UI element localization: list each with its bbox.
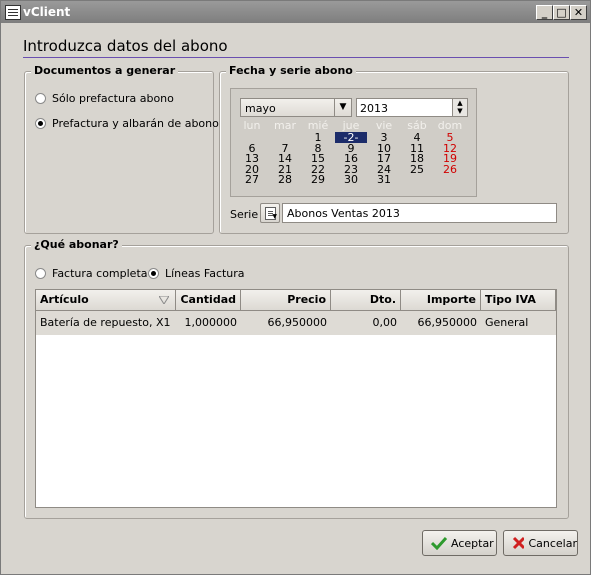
app-menu-icon[interactable] bbox=[5, 5, 21, 20]
radio-prefactura-albaran-indicator[interactable] bbox=[35, 118, 46, 129]
radio-prefactura-albaran-label: Prefactura y albarán de abono bbox=[52, 117, 219, 130]
cross-icon bbox=[512, 536, 525, 550]
weekday-label-3: jue bbox=[342, 119, 360, 132]
abonar-group-title: ¿Qué abonar? bbox=[31, 238, 122, 251]
calendar-day[interactable]: 25 bbox=[401, 164, 433, 175]
column-header-importe[interactable]: Importe bbox=[401, 290, 481, 311]
dialog-heading: Introduzca datos del abono bbox=[23, 37, 228, 55]
heading-divider bbox=[23, 57, 569, 58]
maximize-button[interactable]: □ bbox=[553, 5, 570, 20]
cell-tipo-iva[interactable]: General bbox=[481, 311, 556, 335]
spin-arrows-icon[interactable]: ▲ ▼ bbox=[452, 99, 467, 116]
minimize-button[interactable]: _ bbox=[536, 5, 553, 20]
serie-label: Serie bbox=[230, 208, 259, 221]
accept-button-label: Aceptar bbox=[451, 536, 494, 550]
calendar-day[interactable]: 28 bbox=[269, 174, 301, 185]
radio-solo-prefactura[interactable]: Sólo prefactura abono bbox=[35, 92, 174, 105]
calendar-day[interactable]: 31 bbox=[368, 174, 400, 185]
radio-factura-completa[interactable]: Factura completa bbox=[35, 267, 148, 280]
weekday-label-0: lun bbox=[243, 119, 261, 132]
column-header-cantidad[interactable]: Cantidad bbox=[176, 290, 241, 311]
weekday-label-6: dom bbox=[437, 119, 463, 132]
column-header-dto[interactable]: Dto. bbox=[331, 290, 401, 311]
column-header-precio[interactable]: Precio unitario bbox=[241, 290, 331, 326]
check-icon bbox=[431, 536, 447, 550]
dropdown-arrow-icon: ▼ bbox=[272, 213, 277, 220]
weekday-label-5: sáb bbox=[407, 119, 427, 132]
month-value: mayo bbox=[245, 102, 276, 115]
radio-lineas-factura-indicator[interactable] bbox=[148, 268, 159, 279]
radio-factura-completa-label: Factura completa bbox=[52, 267, 148, 280]
radio-prefactura-albaran[interactable]: Prefactura y albarán de abono bbox=[35, 117, 219, 130]
accept-button[interactable]: Aceptar bbox=[422, 530, 497, 556]
serie-picker-button[interactable]: ▼ bbox=[260, 203, 280, 223]
calendar-day[interactable]: 26 bbox=[434, 164, 466, 175]
serie-field[interactable]: Abonos Ventas 2013 bbox=[282, 203, 557, 223]
column-header-tipo-iva[interactable]: Tipo IVA bbox=[481, 290, 556, 311]
year-value: 2013 bbox=[360, 102, 388, 115]
cell-precio[interactable]: 66,950000 bbox=[241, 311, 331, 335]
sort-indicator-icon bbox=[159, 296, 169, 304]
title-bar[interactable]: vClient _ □ ✕ bbox=[1, 1, 590, 23]
window-title: vClient bbox=[23, 5, 71, 19]
year-spinbox[interactable]: 2013 ▲ ▼ bbox=[356, 98, 468, 117]
radio-lineas-factura[interactable]: Líneas Factura bbox=[148, 267, 245, 280]
cell-articulo[interactable]: Batería de repuesto, X1 bbox=[36, 311, 176, 335]
column-header-label: Artículo bbox=[40, 293, 89, 306]
weekday-label-1: mar bbox=[274, 119, 296, 132]
radio-lineas-factura-label: Líneas Factura bbox=[165, 267, 245, 280]
dialog-window: vClient _ □ ✕ Introduzca datos del abono… bbox=[0, 0, 591, 575]
close-button[interactable]: ✕ bbox=[570, 5, 587, 20]
weekday-label-2: mié bbox=[307, 119, 329, 132]
calendar-day[interactable]: 27 bbox=[236, 174, 268, 185]
chevron-down-icon[interactable]: ▼ bbox=[334, 99, 351, 116]
fecha-serie-group-title: Fecha y serie abono bbox=[226, 64, 356, 77]
cancel-button-label: Cancelar bbox=[528, 536, 577, 550]
calendar-day[interactable]: 29 bbox=[302, 174, 334, 185]
lineas-table: Artículo Cantidad Precio unitario Dto. I… bbox=[35, 289, 557, 508]
radio-solo-prefactura-label: Sólo prefactura abono bbox=[52, 92, 174, 105]
cell-cantidad[interactable]: 1,000000 bbox=[176, 311, 241, 335]
cancel-button[interactable]: Cancelar bbox=[503, 530, 578, 556]
calendar-widget: mayo ▼ 2013 ▲ ▼ lun mar mié jue vie sáb dom 1 -2-… bbox=[230, 88, 477, 197]
cell-importe[interactable]: 66,950000 bbox=[401, 311, 481, 335]
documentos-group-title: Documentos a generar bbox=[31, 64, 179, 77]
column-header-articulo[interactable]: Artículo bbox=[36, 290, 176, 311]
cell-dto[interactable]: 0,00 bbox=[331, 311, 401, 335]
radio-factura-completa-indicator[interactable] bbox=[35, 268, 46, 279]
weekday-label-4: vie bbox=[375, 119, 393, 132]
radio-solo-prefactura-indicator[interactable] bbox=[35, 93, 46, 104]
month-dropdown[interactable]: mayo ▼ bbox=[240, 98, 352, 117]
calendar-day[interactable]: 30 bbox=[335, 174, 367, 185]
